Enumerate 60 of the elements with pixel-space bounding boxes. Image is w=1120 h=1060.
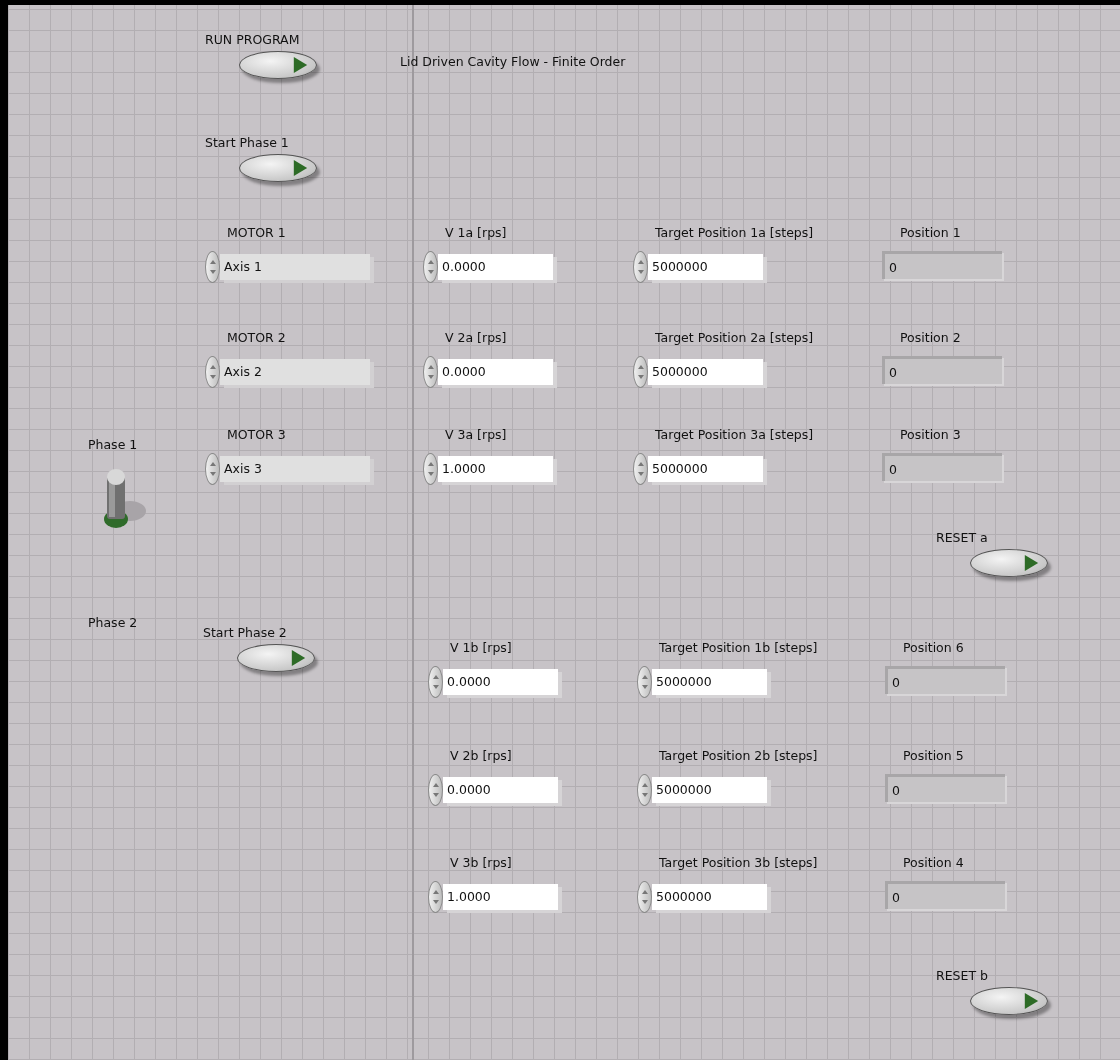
indicator-label: Position 6	[902, 640, 964, 655]
control-label: MOTOR 3	[226, 427, 286, 442]
reset-button[interactable]	[970, 987, 1048, 1015]
spin-button[interactable]	[428, 666, 443, 698]
button-label: RESET b	[936, 968, 988, 983]
control-label: V 3a [rps]	[444, 427, 507, 442]
spin-button[interactable]	[423, 251, 438, 283]
button-label: Start Phase 1	[205, 135, 289, 150]
spin-button[interactable]	[428, 774, 443, 806]
control-label: Target Position 2b [steps]	[658, 748, 818, 763]
control-label: Target Position 1a [steps]	[654, 225, 814, 240]
play-icon	[291, 650, 306, 666]
spin-button[interactable]	[633, 453, 648, 485]
position-indicator: 0	[885, 774, 1005, 802]
panel-title: Lid Driven Cavity Flow - Finite Order	[400, 54, 627, 69]
play-icon	[293, 57, 308, 73]
button-label: RUN PROGRAM	[205, 32, 300, 47]
spin-button[interactable]	[423, 453, 438, 485]
switch-label: Phase 2	[88, 615, 139, 630]
position-indicator: 0	[885, 666, 1005, 694]
start-button[interactable]	[239, 154, 317, 182]
reset-button[interactable]	[970, 549, 1048, 577]
position-indicator: 0	[882, 251, 1002, 279]
switch-label: Phase 1	[88, 437, 139, 452]
control-label: Target Position 3a [steps]	[654, 427, 814, 442]
play-icon	[1024, 993, 1039, 1009]
control-label: Target Position 1b [steps]	[658, 640, 818, 655]
control-label: MOTOR 2	[226, 330, 286, 345]
start-button[interactable]	[237, 644, 315, 672]
button-label: Start Phase 2	[203, 625, 287, 640]
indicator-label: Position 5	[902, 748, 964, 763]
indicator-label: Position 2	[899, 330, 961, 345]
position-indicator: 0	[882, 356, 1002, 384]
run-button[interactable]	[239, 51, 317, 79]
control-label: MOTOR 1	[226, 225, 286, 240]
control-label: V 1b [rps]	[449, 640, 512, 655]
indicator-label: Position 4	[902, 855, 964, 870]
control-label: V 2a [rps]	[444, 330, 507, 345]
play-icon	[293, 160, 308, 176]
control-label: V 1a [rps]	[444, 225, 507, 240]
button-label: RESET a	[936, 530, 988, 545]
spin-button[interactable]	[637, 666, 652, 698]
position-indicator: 0	[882, 453, 1002, 481]
spin-button[interactable]	[428, 881, 443, 913]
control-label: Target Position 2a [steps]	[654, 330, 814, 345]
position-indicator: 0	[885, 881, 1005, 909]
spin-button[interactable]	[637, 774, 652, 806]
spin-button[interactable]	[633, 251, 648, 283]
indicator-label: Position 3	[899, 427, 961, 442]
control-label: Target Position 3b [steps]	[658, 855, 818, 870]
control-label: V 2b [rps]	[449, 748, 512, 763]
indicator-label: Position 1	[899, 225, 961, 240]
spin-button[interactable]	[205, 356, 220, 388]
spin-button[interactable]	[637, 881, 652, 913]
spin-button[interactable]	[205, 251, 220, 283]
spin-button[interactable]	[423, 356, 438, 388]
play-icon	[1024, 555, 1039, 571]
spin-button[interactable]	[205, 453, 220, 485]
control-label: V 3b [rps]	[449, 855, 512, 870]
spin-button[interactable]	[633, 356, 648, 388]
